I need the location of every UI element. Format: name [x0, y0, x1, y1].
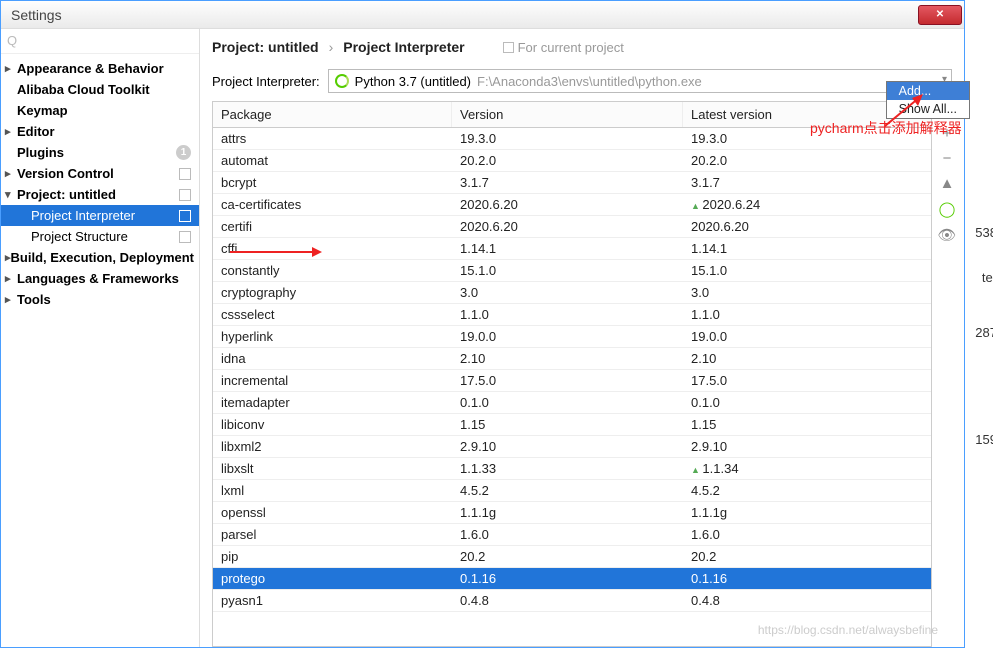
table-row[interactable]: parsel1.6.01.6.0: [213, 524, 931, 546]
table-row[interactable]: ca-certificates2020.6.202020.6.24: [213, 194, 931, 216]
table-row[interactable]: libxslt1.1.331.1.34: [213, 458, 931, 480]
packages-table: Package Version Latest version attrs19.3…: [212, 101, 932, 647]
background-text: 159: [975, 432, 993, 447]
sidebar-item[interactable]: ▸Editor: [1, 121, 199, 142]
interpreter-label: Project Interpreter:: [212, 74, 320, 89]
add-package-button[interactable]: +: [943, 125, 952, 142]
table-row[interactable]: attrs19.3.019.3.0: [213, 128, 931, 150]
window-controls: ✕: [918, 5, 964, 25]
sidebar-search[interactable]: [1, 29, 199, 54]
col-package[interactable]: Package: [213, 102, 452, 127]
table-body[interactable]: attrs19.3.019.3.0automat20.2.020.2.0bcry…: [213, 128, 931, 646]
col-version[interactable]: Version: [452, 102, 683, 127]
menu-show-all[interactable]: Show All...: [887, 100, 969, 118]
remove-package-button[interactable]: −: [943, 150, 952, 167]
sidebar-item[interactable]: Project Structure: [1, 226, 199, 247]
menu-add[interactable]: Add...: [887, 82, 969, 100]
table-row[interactable]: constantly15.1.015.1.0: [213, 260, 931, 282]
sidebar-item[interactable]: Project Interpreter: [1, 205, 199, 226]
crumb-leaf: Project Interpreter: [343, 39, 464, 55]
eye-icon[interactable]: 👁: [937, 226, 956, 244]
interpreter-name: Python 3.7 (untitled): [355, 74, 471, 89]
sidebar-item[interactable]: ▸Tools: [1, 289, 199, 310]
sidebar-item[interactable]: ▸Appearance & Behavior: [1, 58, 199, 79]
settings-window: Settings ✕ ▸Appearance & BehaviorAlibaba…: [0, 0, 965, 648]
sidebar-item[interactable]: Plugins1: [1, 142, 199, 163]
background-text: 287: [975, 325, 993, 340]
table-row[interactable]: automat20.2.020.2.0: [213, 150, 931, 172]
close-button[interactable]: ✕: [918, 5, 962, 25]
table-row[interactable]: libxml22.9.102.9.10: [213, 436, 931, 458]
table-row[interactable]: cffi1.14.11.14.1: [213, 238, 931, 260]
sidebar-item[interactable]: ▾Project: untitled: [1, 184, 199, 205]
table-row[interactable]: pip20.220.2: [213, 546, 931, 568]
search-input[interactable]: [21, 34, 197, 49]
scope-note: For current project: [503, 40, 624, 55]
refresh-icon[interactable]: ◯: [939, 200, 956, 218]
breadcrumb: Project: untitled › Project Interpreter …: [200, 29, 964, 65]
table-row[interactable]: bcrypt3.1.73.1.7: [213, 172, 931, 194]
interpreter-row: Project Interpreter: Python 3.7 (untitle…: [200, 65, 964, 101]
python-ring-icon: [335, 74, 349, 88]
crumb-root: Project: untitled: [212, 39, 319, 55]
table-toolbar: + − ▲ ◯ 👁: [938, 125, 956, 244]
background-text: 538: [975, 225, 993, 240]
table-row[interactable]: openssl1.1.1g1.1.1g: [213, 502, 931, 524]
sidebar-item[interactable]: ▸Languages & Frameworks: [1, 268, 199, 289]
table-row[interactable]: libiconv1.151.15: [213, 414, 931, 436]
table-row[interactable]: cryptography3.03.0: [213, 282, 931, 304]
table-row[interactable]: protego0.1.160.1.16: [213, 568, 931, 590]
window-title: Settings: [1, 7, 62, 23]
table-row[interactable]: certifi2020.6.202020.6.20: [213, 216, 931, 238]
titlebar: Settings ✕: [1, 1, 964, 29]
table-header: Package Version Latest version: [213, 102, 931, 128]
dialog-body: ▸Appearance & BehaviorAlibaba Cloud Tool…: [1, 29, 964, 647]
interpreter-menu: Add... Show All...: [886, 81, 970, 119]
sidebar-item[interactable]: Keymap: [1, 100, 199, 121]
scope-text: For current project: [518, 40, 624, 55]
search-icon: [7, 32, 21, 50]
settings-tree: ▸Appearance & BehaviorAlibaba Cloud Tool…: [1, 54, 199, 310]
table-row[interactable]: lxml4.5.24.5.2: [213, 480, 931, 502]
table-row[interactable]: incremental17.5.017.5.0: [213, 370, 931, 392]
crumb-separator: ›: [329, 39, 334, 55]
table-row[interactable]: hyperlink19.0.019.0.0: [213, 326, 931, 348]
sidebar-item[interactable]: ▸Version Control: [1, 163, 199, 184]
main-panel: Project: untitled › Project Interpreter …: [200, 29, 964, 647]
table-row[interactable]: pyasn10.4.80.4.8: [213, 590, 931, 612]
watermark: https://blog.csdn.net/alwaysbefine: [758, 623, 938, 637]
sidebar-item[interactable]: Alibaba Cloud Toolkit: [1, 79, 199, 100]
table-row[interactable]: itemadapter0.1.00.1.0: [213, 392, 931, 414]
scope-icon: [503, 42, 514, 53]
sidebar-item[interactable]: ▸Build, Execution, Deployment: [1, 247, 199, 268]
background-text: ter: [982, 270, 993, 285]
table-row[interactable]: cssselect1.1.01.1.0: [213, 304, 931, 326]
interpreter-path: F:\Anaconda3\envs\untitled\python.exe: [477, 74, 702, 89]
settings-sidebar: ▸Appearance & BehaviorAlibaba Cloud Tool…: [1, 29, 200, 647]
interpreter-select[interactable]: Python 3.7 (untitled) F:\Anaconda3\envs\…: [328, 69, 952, 93]
upgrade-package-button[interactable]: ▲: [940, 175, 955, 192]
table-row[interactable]: idna2.102.10: [213, 348, 931, 370]
